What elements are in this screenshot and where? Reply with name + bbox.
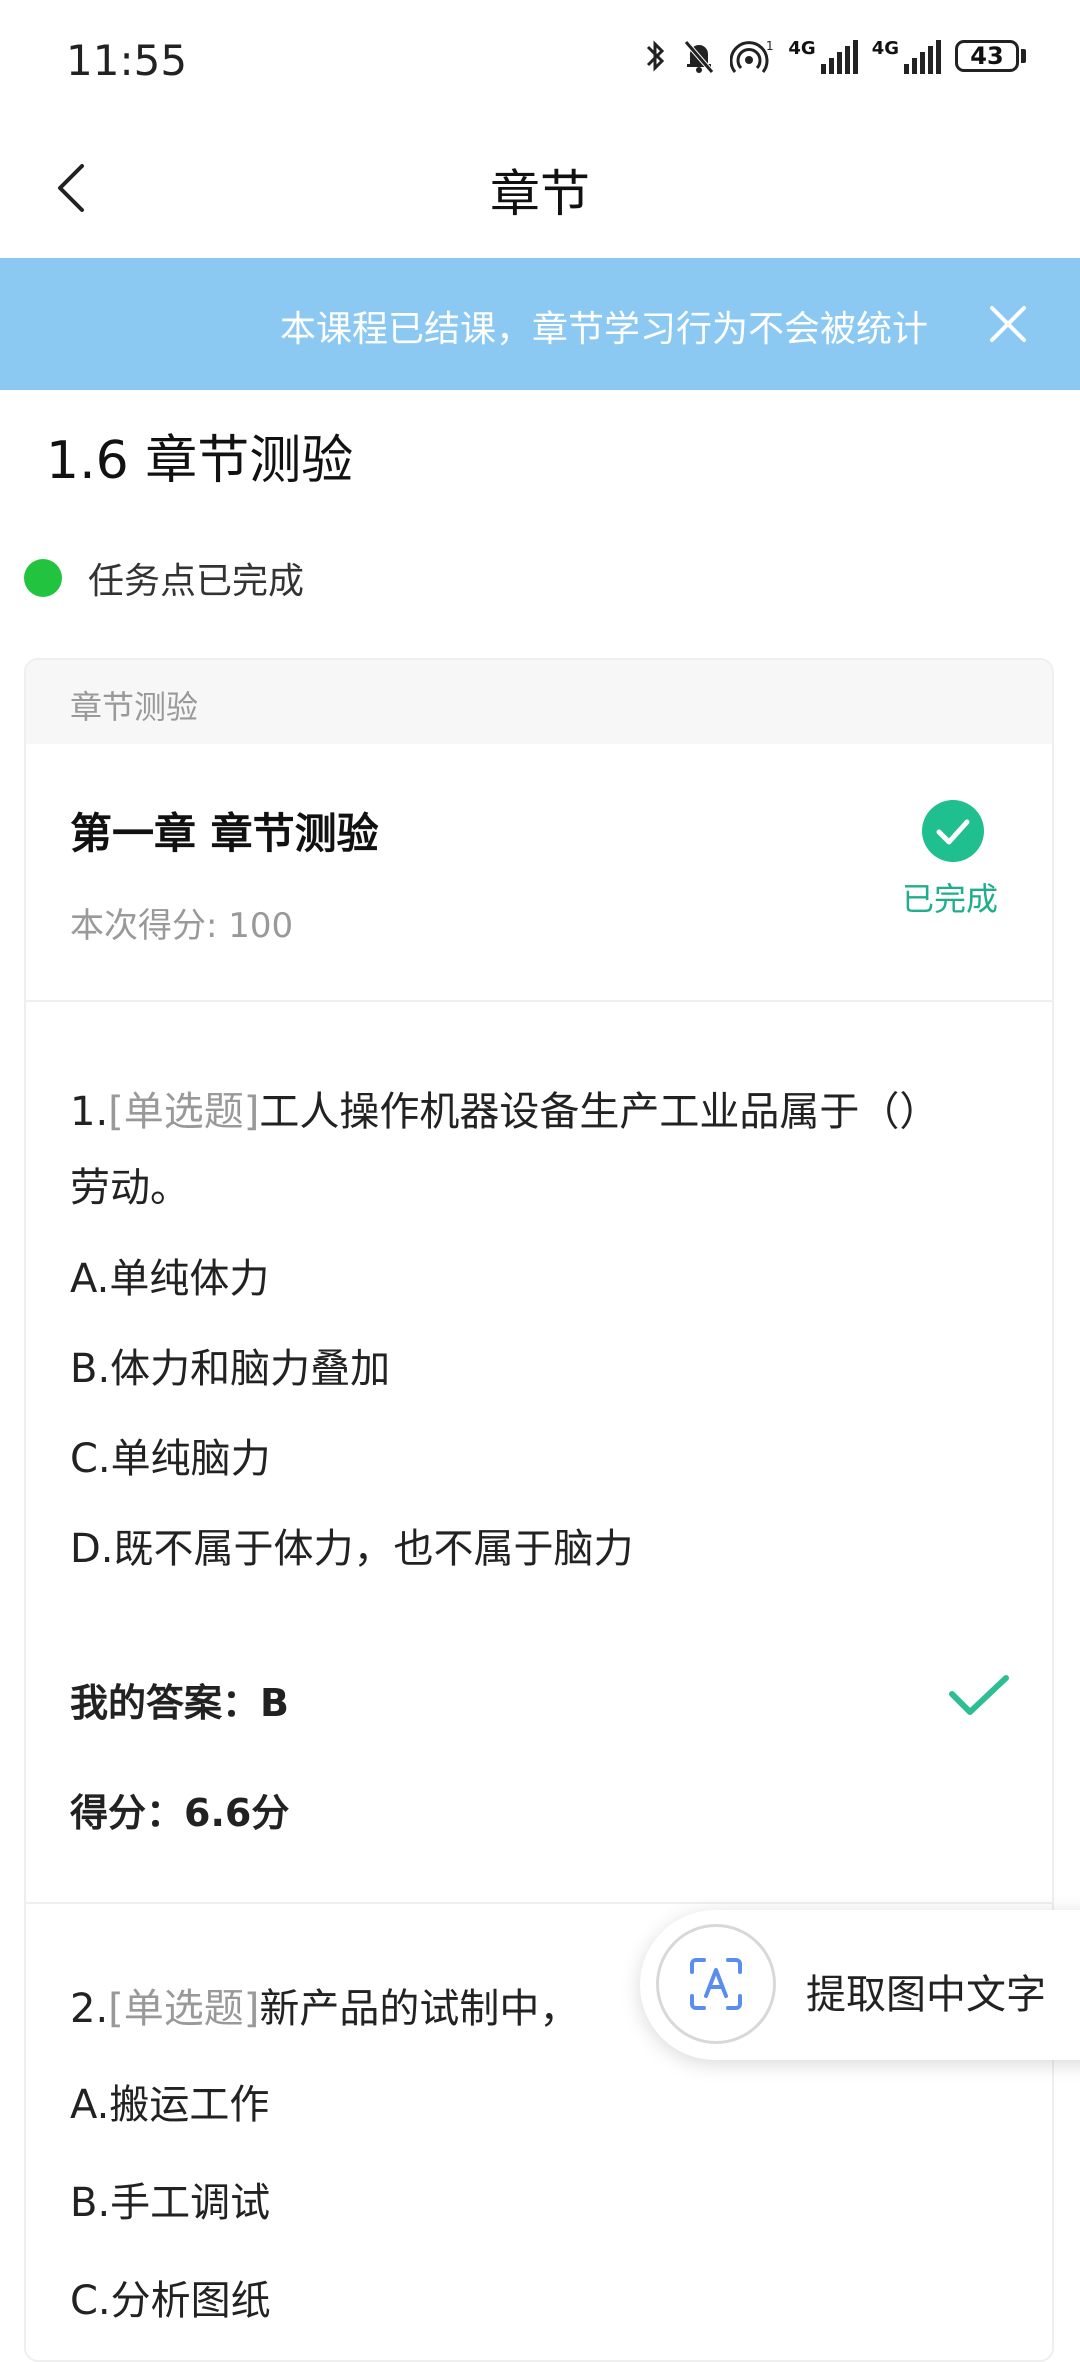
question-item: 1.[单选题]工人操作机器设备生产工业品属于（）劳动。 A.单纯体力 B.体力和… [26, 1002, 1052, 1904]
signal-1-icon: 4G [788, 38, 858, 74]
option-a: A.搬运工作 [70, 2082, 270, 2128]
status-icons: 1 4G 4G 43 [644, 38, 1026, 74]
option-c: C.单纯脑力 [70, 1436, 271, 1482]
question-body: 新产品的试制中， [259, 1986, 580, 2032]
section-title: 1.6 章节测验 [46, 431, 354, 491]
option-b: B.体力和脑力叠加 [70, 1346, 391, 1392]
question-type: [单选题] [108, 1986, 260, 2032]
option-a: A.单纯体力 [70, 1256, 270, 1302]
battery-level: 43 [970, 42, 1004, 70]
option-d: D.既不属于体力，也不属于脑力 [70, 1526, 634, 1572]
question-text: 1.[单选题]工人操作机器设备生产工业品属于（）劳动。 [70, 1074, 950, 1226]
network-label-2: 4G [871, 38, 899, 59]
correct-check-icon [949, 1675, 1009, 1715]
task-status-text: 任务点已完成 [88, 561, 305, 602]
hotspot-icon: 1 [730, 39, 774, 73]
bell-muted-icon [684, 40, 715, 74]
page-title: 章节 [490, 165, 590, 223]
option-c: C.分析图纸 [70, 2278, 271, 2324]
network-label-1: 4G [788, 38, 816, 59]
status-time: 11:55 [66, 36, 188, 85]
extract-text-button[interactable]: 提取图中文字 [640, 1910, 1080, 2060]
card-header-label: 章节测验 [70, 688, 199, 726]
completed-check-icon [922, 800, 984, 862]
nav-bar: 章节 [0, 120, 1080, 258]
task-status: 任务点已完成 [24, 552, 304, 604]
question-text: 2.[单选题]新产品的试制中， [70, 1976, 579, 2034]
quiz-card: 章节测验 第一章 章节测验 本次得分: 100 已完成 1.[单选题]工人操作机… [24, 658, 1054, 2362]
task-complete-dot-icon [24, 559, 62, 597]
signal-2-icon: 4G [872, 38, 941, 74]
notice-banner: 本课程已结课，章节学习行为不会被统计 [0, 258, 1080, 390]
status-bar: 11:55 1 4G 4G 43 [0, 0, 1080, 120]
notice-text: 本课程已结课，章节学习行为不会被统计 [279, 309, 928, 350]
battery-icon: 43 [955, 40, 1026, 72]
question-type: [单选题] [108, 1089, 260, 1135]
card-header: 章节测验 [26, 660, 1052, 744]
close-icon[interactable] [982, 298, 1034, 350]
question-number: 1. [70, 1089, 109, 1135]
extract-text-label: 提取图中文字 [806, 1972, 1046, 2018]
completed-label: 已完成 [902, 880, 999, 918]
my-answer: 我的答案：B [70, 1681, 289, 1725]
option-b: B.手工调试 [70, 2180, 271, 2226]
quiz-title: 第一章 章节测验 [70, 809, 379, 858]
quiz-score: 本次得分: 100 [70, 906, 294, 946]
hotspot-sup: 1 [766, 39, 774, 53]
text-scan-icon [656, 1924, 776, 2044]
question-score: 得分：6.6分 [70, 1791, 290, 1835]
question-number: 2. [70, 1986, 109, 2032]
bluetooth-icon [647, 40, 665, 72]
quiz-summary[interactable]: 第一章 章节测验 本次得分: 100 已完成 [26, 744, 1052, 1002]
